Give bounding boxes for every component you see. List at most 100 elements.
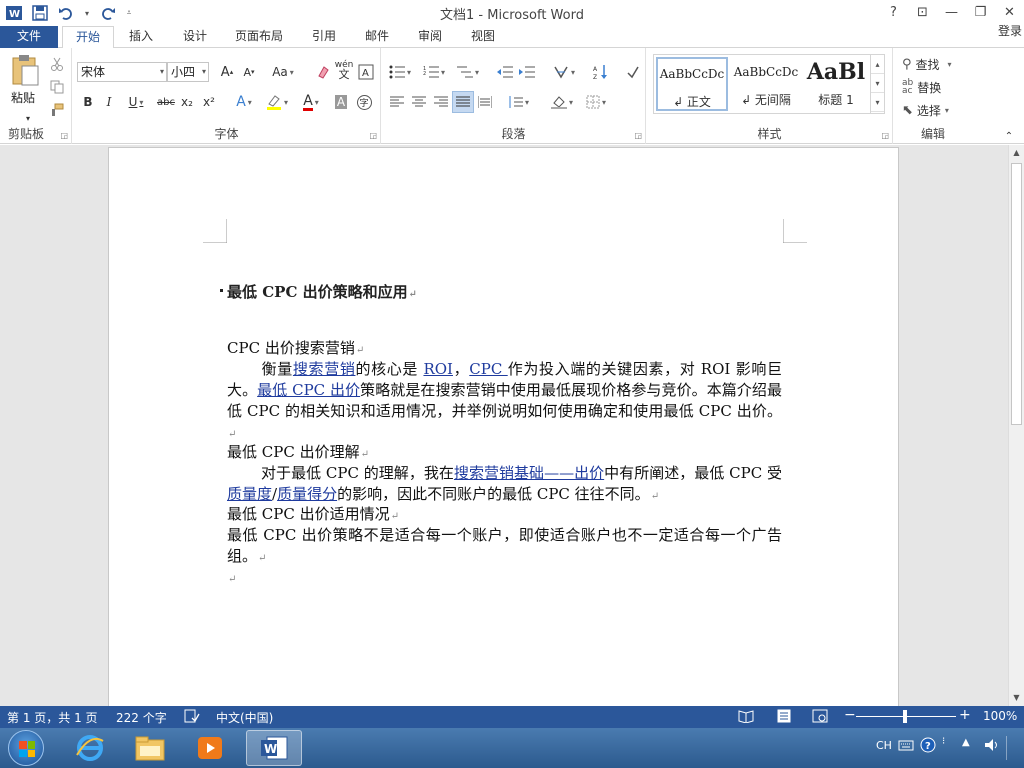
shrink-font-button[interactable]: A ▾	[241, 62, 257, 82]
volume-icon[interactable]	[984, 738, 1000, 755]
tab-mailings[interactable]: 邮件	[355, 26, 399, 48]
styles-down-icon[interactable]: ▾	[871, 74, 884, 93]
asian-layout-icon[interactable]	[550, 62, 578, 82]
styles-more-icon[interactable]: ▾	[871, 93, 884, 112]
tab-design[interactable]: 设计	[172, 26, 218, 48]
find-button[interactable]: ⚲ 查找 ▾	[902, 54, 952, 74]
select-button[interactable]: ⬉ 选择 ▾	[902, 100, 949, 120]
bold-button[interactable]: B	[81, 92, 95, 112]
tab-review[interactable]: 审阅	[408, 26, 452, 48]
tab-page-layout[interactable]: 页面布局	[226, 26, 292, 48]
strikethrough-button[interactable]: abc	[155, 92, 177, 112]
styles-up-icon[interactable]: ▴	[871, 55, 884, 74]
style-normal[interactable]: AaBbCcDc ↲ 正文	[656, 57, 728, 111]
align-center-icon[interactable]	[410, 92, 428, 112]
ribbon-display-button[interactable]: ⊡	[908, 0, 937, 24]
char-border-icon[interactable]: A	[357, 62, 375, 82]
scroll-thumb[interactable]	[1011, 163, 1022, 425]
paragraph-launcher-icon[interactable]: ◲	[634, 131, 642, 140]
superscript-button[interactable]: x²	[201, 92, 217, 112]
phonetic-guide-button[interactable]: wén 文	[335, 60, 354, 81]
document-page[interactable]: 最低 CPC 出价策略和应用↵ CPC 出价搜索营销↵ 衡量搜索营销的核心是 R…	[108, 147, 899, 706]
copy-icon[interactable]	[48, 77, 66, 97]
bullets-icon[interactable]	[386, 62, 414, 82]
grow-font-button[interactable]: A ▴	[219, 62, 235, 82]
ie-taskbar-icon[interactable]	[62, 730, 118, 766]
font-launcher-icon[interactable]: ◲	[369, 131, 377, 140]
font-name-combo[interactable]: 宋体 ▾	[77, 62, 167, 82]
link-quality-degree[interactable]: 质量度	[227, 485, 272, 503]
justify-icon[interactable]	[452, 91, 474, 113]
link-cpc[interactable]: CPC	[469, 360, 507, 378]
clear-formatting-icon[interactable]	[315, 62, 331, 82]
tab-insert[interactable]: 插入	[118, 26, 164, 48]
tab-references[interactable]: 引用	[302, 26, 346, 48]
show-desktop-button[interactable]	[1006, 736, 1024, 760]
highlight-button[interactable]	[263, 92, 291, 112]
link-search-marketing-basics[interactable]: 搜索营销基础——出价	[454, 464, 604, 482]
zoom-slider-thumb[interactable]	[903, 710, 907, 723]
decrease-indent-icon[interactable]	[496, 62, 514, 82]
style-no-spacing[interactable]: AaBbCcDc ↲ 无间隔	[730, 57, 802, 111]
subscript-button[interactable]: x₂	[179, 92, 195, 112]
zoom-out-button[interactable]: −	[844, 707, 856, 723]
proofing-icon[interactable]	[184, 709, 200, 726]
enclose-char-button[interactable]: 字	[355, 92, 373, 112]
help-tray-icon[interactable]: ?	[920, 737, 936, 756]
zoom-in-button[interactable]: +	[959, 707, 971, 723]
change-case-button[interactable]: Aa	[269, 62, 297, 82]
link-quality-score[interactable]: 质量得分	[277, 485, 337, 503]
show-marks-icon[interactable]	[624, 62, 642, 82]
underline-button[interactable]: U	[123, 92, 149, 112]
word-taskbar-icon[interactable]: W	[246, 730, 302, 766]
paste-icon[interactable]	[10, 54, 40, 86]
word-count[interactable]: 222 个字	[116, 709, 167, 726]
link-roi[interactable]: ROI	[423, 360, 453, 378]
minimize-button[interactable]: —	[937, 0, 966, 24]
collapse-ribbon-icon[interactable]: ⌃	[1002, 126, 1016, 146]
format-painter-icon[interactable]	[48, 100, 66, 120]
read-mode-icon[interactable]	[738, 709, 754, 726]
shading-icon[interactable]	[548, 92, 576, 112]
media-player-taskbar-icon[interactable]	[182, 730, 238, 766]
restore-button[interactable]: ❐	[966, 0, 995, 24]
align-left-icon[interactable]	[388, 92, 406, 112]
scroll-down-icon[interactable]: ▼	[1009, 690, 1024, 706]
text-effects-button[interactable]: A	[231, 92, 257, 112]
zoom-level[interactable]: 100%	[983, 709, 1017, 723]
keyboard-icon[interactable]	[898, 738, 914, 755]
numbering-icon[interactable]: 12	[420, 62, 448, 82]
increase-indent-icon[interactable]	[518, 62, 536, 82]
tab-view[interactable]: 视图	[461, 26, 505, 48]
borders-icon[interactable]	[582, 92, 610, 112]
page-count[interactable]: 第 1 页，共 1 页	[7, 709, 98, 726]
italic-button[interactable]: I	[102, 92, 116, 112]
language-status[interactable]: 中文(中国)	[216, 709, 273, 726]
start-button[interactable]	[8, 730, 44, 766]
login-link[interactable]: 登录	[998, 24, 1024, 46]
clipboard-launcher-icon[interactable]: ◲	[60, 131, 68, 140]
distributed-icon[interactable]	[476, 92, 494, 112]
scroll-up-icon[interactable]: ▲	[1009, 145, 1024, 161]
help-button[interactable]: ?	[879, 0, 908, 24]
font-size-combo[interactable]: 小四 ▾	[167, 62, 209, 82]
font-color-button[interactable]: A	[297, 92, 325, 112]
sort-icon[interactable]: AZ	[592, 62, 610, 82]
replace-button[interactable]: ab ac 替换	[902, 77, 941, 97]
link-lowest-cpc-bid[interactable]: 最低 CPC 出价	[257, 381, 360, 399]
tray-language[interactable]: CH	[876, 739, 892, 752]
align-right-icon[interactable]	[432, 92, 450, 112]
char-shading-button[interactable]: A	[333, 92, 349, 112]
styles-launcher-icon[interactable]: ◲	[881, 131, 889, 140]
tab-home[interactable]: 开始	[62, 26, 114, 49]
vertical-scrollbar[interactable]: ▲ ▼	[1008, 145, 1024, 706]
style-heading-1[interactable]: AaBl 标题 1	[800, 57, 872, 111]
tray-options-icon[interactable]: ⁝	[942, 736, 945, 747]
tab-file[interactable]: 文件	[0, 26, 58, 48]
web-layout-icon[interactable]	[812, 709, 828, 726]
explorer-taskbar-icon[interactable]	[122, 730, 178, 766]
print-layout-icon[interactable]	[776, 709, 792, 726]
paste-button[interactable]: 粘贴	[11, 89, 35, 106]
show-hidden-icons[interactable]: ▲	[962, 737, 970, 748]
line-spacing-icon[interactable]	[504, 92, 532, 112]
